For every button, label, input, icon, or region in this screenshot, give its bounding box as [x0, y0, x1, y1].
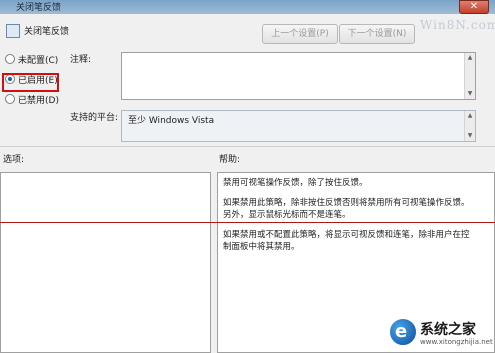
help-label: 帮助: [219, 155, 241, 165]
setting-header: 关闭笔反馈 上一个设置(P) 下一个设置(N) Win8N.com [0, 14, 495, 47]
logo-globe-icon: e [388, 317, 418, 347]
enabled-highlight-box [2, 73, 59, 92]
site-watermark: Win8N.com [420, 18, 495, 32]
help-paragraph: 如果禁用或不配置此策略，将显示可视反馈和连笔，除非用户在控制面板中将其禁用。 [223, 230, 470, 252]
platform-scrollbar[interactable]: ▲ ▼ [464, 111, 475, 141]
close-button[interactable]: ✕ [459, 0, 489, 14]
supported-platform-box: 至少 Windows Vista ▲ ▼ [121, 110, 476, 142]
next-setting-button[interactable]: 下一个设置(N) [339, 24, 415, 44]
logo-name: 系统之家 [420, 322, 476, 338]
help-text: 禁用可视笔操作反馈，除了按住反馈。 如果禁用此策略，除非按住反馈否则将禁用所有可… [223, 177, 473, 261]
group-policy-setting-window: 关闭笔反馈 ✕ 关闭笔反馈 上一个设置(P) 下一个设置(N) Win8N.co… [0, 0, 495, 353]
platform-label: 支持的平台: [70, 113, 119, 123]
scroll-up-icon[interactable]: ▲ [465, 111, 475, 121]
radio-label: 已禁用(D) [18, 96, 59, 106]
scroll-up-icon[interactable]: ▲ [465, 53, 475, 63]
comment-scrollbar[interactable]: ▲ ▼ [464, 53, 475, 99]
window-title: 关闭笔反馈 [16, 3, 62, 13]
previous-setting-button[interactable]: 上一个设置(P) [262, 24, 338, 44]
platform-value: 至少 Windows Vista [128, 116, 215, 126]
scroll-down-icon[interactable]: ▼ [465, 89, 475, 99]
setting-title: 关闭笔反馈 [24, 27, 70, 37]
radio-disabled[interactable]: 已禁用(D) [5, 94, 59, 108]
radio-label: 未配置(C) [18, 56, 59, 66]
title-bar: 关闭笔反馈 ✕ [0, 0, 495, 14]
options-pane [0, 172, 211, 353]
comment-textarea[interactable]: ▲ ▼ [121, 52, 476, 100]
help-paragraph: 禁用可视笔操作反馈，除了按住反馈。 [223, 178, 368, 188]
logo-url: www.xitongzhijia.net [420, 338, 493, 346]
site-logo: e 系统之家 www.xitongzhijia.net [388, 311, 493, 351]
close-icon: ✕ [469, 1, 479, 12]
radio-circle [5, 94, 15, 104]
radio-circle [5, 54, 15, 64]
options-label: 选项: [3, 155, 25, 165]
help-paragraph: 如果禁用此策略，除非按住反馈否则将禁用所有可视笔操作反馈。另外，显示鼠标光标而不… [223, 198, 470, 220]
section-divider [0, 146, 495, 147]
comment-label: 注释: [70, 55, 92, 65]
scroll-down-icon[interactable]: ▼ [465, 131, 475, 141]
radio-not-configured[interactable]: 未配置(C) [5, 54, 58, 68]
policy-setting-icon [6, 24, 20, 38]
annotation-line [0, 222, 495, 223]
